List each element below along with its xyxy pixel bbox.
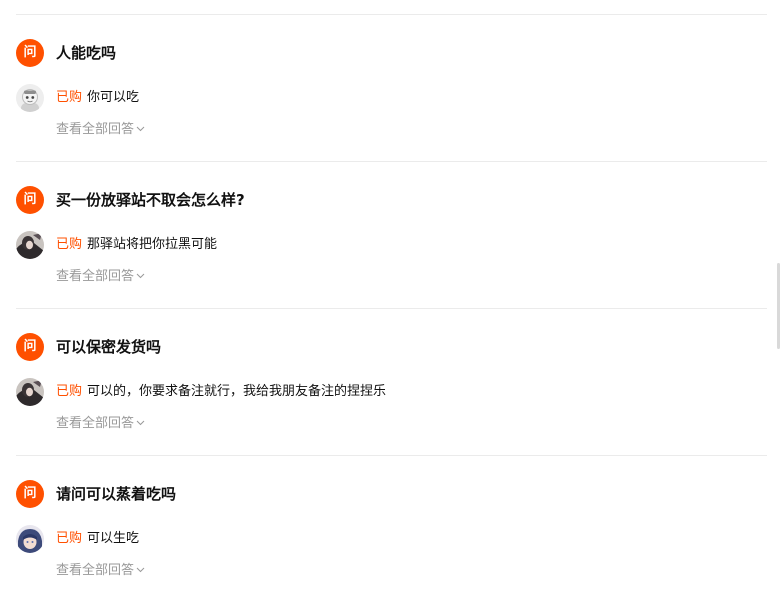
question-badge: 问 — [16, 39, 44, 67]
question-title[interactable]: 人能吃吗 — [56, 43, 116, 63]
view-all-label: 查看全部回答 — [56, 122, 135, 137]
answer-text: 那驿站将把你拉黑可能 — [87, 237, 218, 252]
question-badge: 问 — [16, 186, 44, 214]
answer-text: 可以的，你要求备注就行，我给我朋友备注的捏捏乐 — [87, 384, 387, 399]
view-all-answers-link[interactable]: 查看全部回答 — [56, 121, 145, 139]
answer-line: 已购 可以生吃 — [56, 530, 139, 548]
qa-list: 问 人能吃吗 已购 你可以吃 查看全部回答 问 买一份放驿站不取会怎么样? 已购… — [0, 0, 780, 597]
view-all-label: 查看全部回答 — [56, 563, 135, 578]
chevron-down-icon — [136, 126, 145, 131]
chevron-down-icon — [136, 567, 145, 572]
answer-text: 你可以吃 — [87, 90, 140, 105]
person-dark-avatar-icon — [16, 231, 44, 259]
robot-avatar-icon — [16, 84, 44, 112]
chevron-down-icon — [136, 273, 145, 278]
qa-item: 问 买一份放驿站不取会怎么样? 已购 那驿站将把你拉黑可能 查看全部回答 — [0, 161, 780, 308]
view-all-label: 查看全部回答 — [56, 416, 135, 431]
question-title[interactable]: 请问可以蒸着吃吗 — [56, 484, 176, 504]
qa-item: 问 请问可以蒸着吃吗 已购 可以生吃 查看全部回答 — [0, 455, 780, 597]
question-badge: 问 — [16, 333, 44, 361]
purchased-tag: 已购 — [56, 237, 83, 252]
person-dark-avatar-icon — [16, 378, 44, 406]
chevron-down-icon — [136, 420, 145, 425]
purchased-tag: 已购 — [56, 384, 83, 399]
view-all-label: 查看全部回答 — [56, 269, 135, 284]
view-all-answers-link[interactable]: 查看全部回答 — [56, 562, 145, 580]
view-all-answers-link[interactable]: 查看全部回答 — [56, 268, 145, 286]
question-title[interactable]: 买一份放驿站不取会怎么样? — [56, 190, 245, 210]
answer-line: 已购 你可以吃 — [56, 89, 139, 107]
purchased-tag: 已购 — [56, 90, 83, 105]
qa-item: 问 人能吃吗 已购 你可以吃 查看全部回答 — [0, 14, 780, 161]
answer-line: 已购 那驿站将把你拉黑可能 — [56, 236, 217, 254]
anime-blue-avatar-icon — [16, 525, 44, 553]
answer-line: 已购 可以的，你要求备注就行，我给我朋友备注的捏捏乐 — [56, 383, 386, 401]
qa-item: 问 可以保密发货吗 已购 可以的，你要求备注就行，我给我朋友备注的捏捏乐 查看全部… — [0, 308, 780, 455]
question-title[interactable]: 可以保密发货吗 — [56, 337, 161, 357]
answer-text: 可以生吃 — [87, 531, 140, 546]
purchased-tag: 已购 — [56, 531, 83, 546]
question-badge: 问 — [16, 480, 44, 508]
view-all-answers-link[interactable]: 查看全部回答 — [56, 415, 145, 433]
